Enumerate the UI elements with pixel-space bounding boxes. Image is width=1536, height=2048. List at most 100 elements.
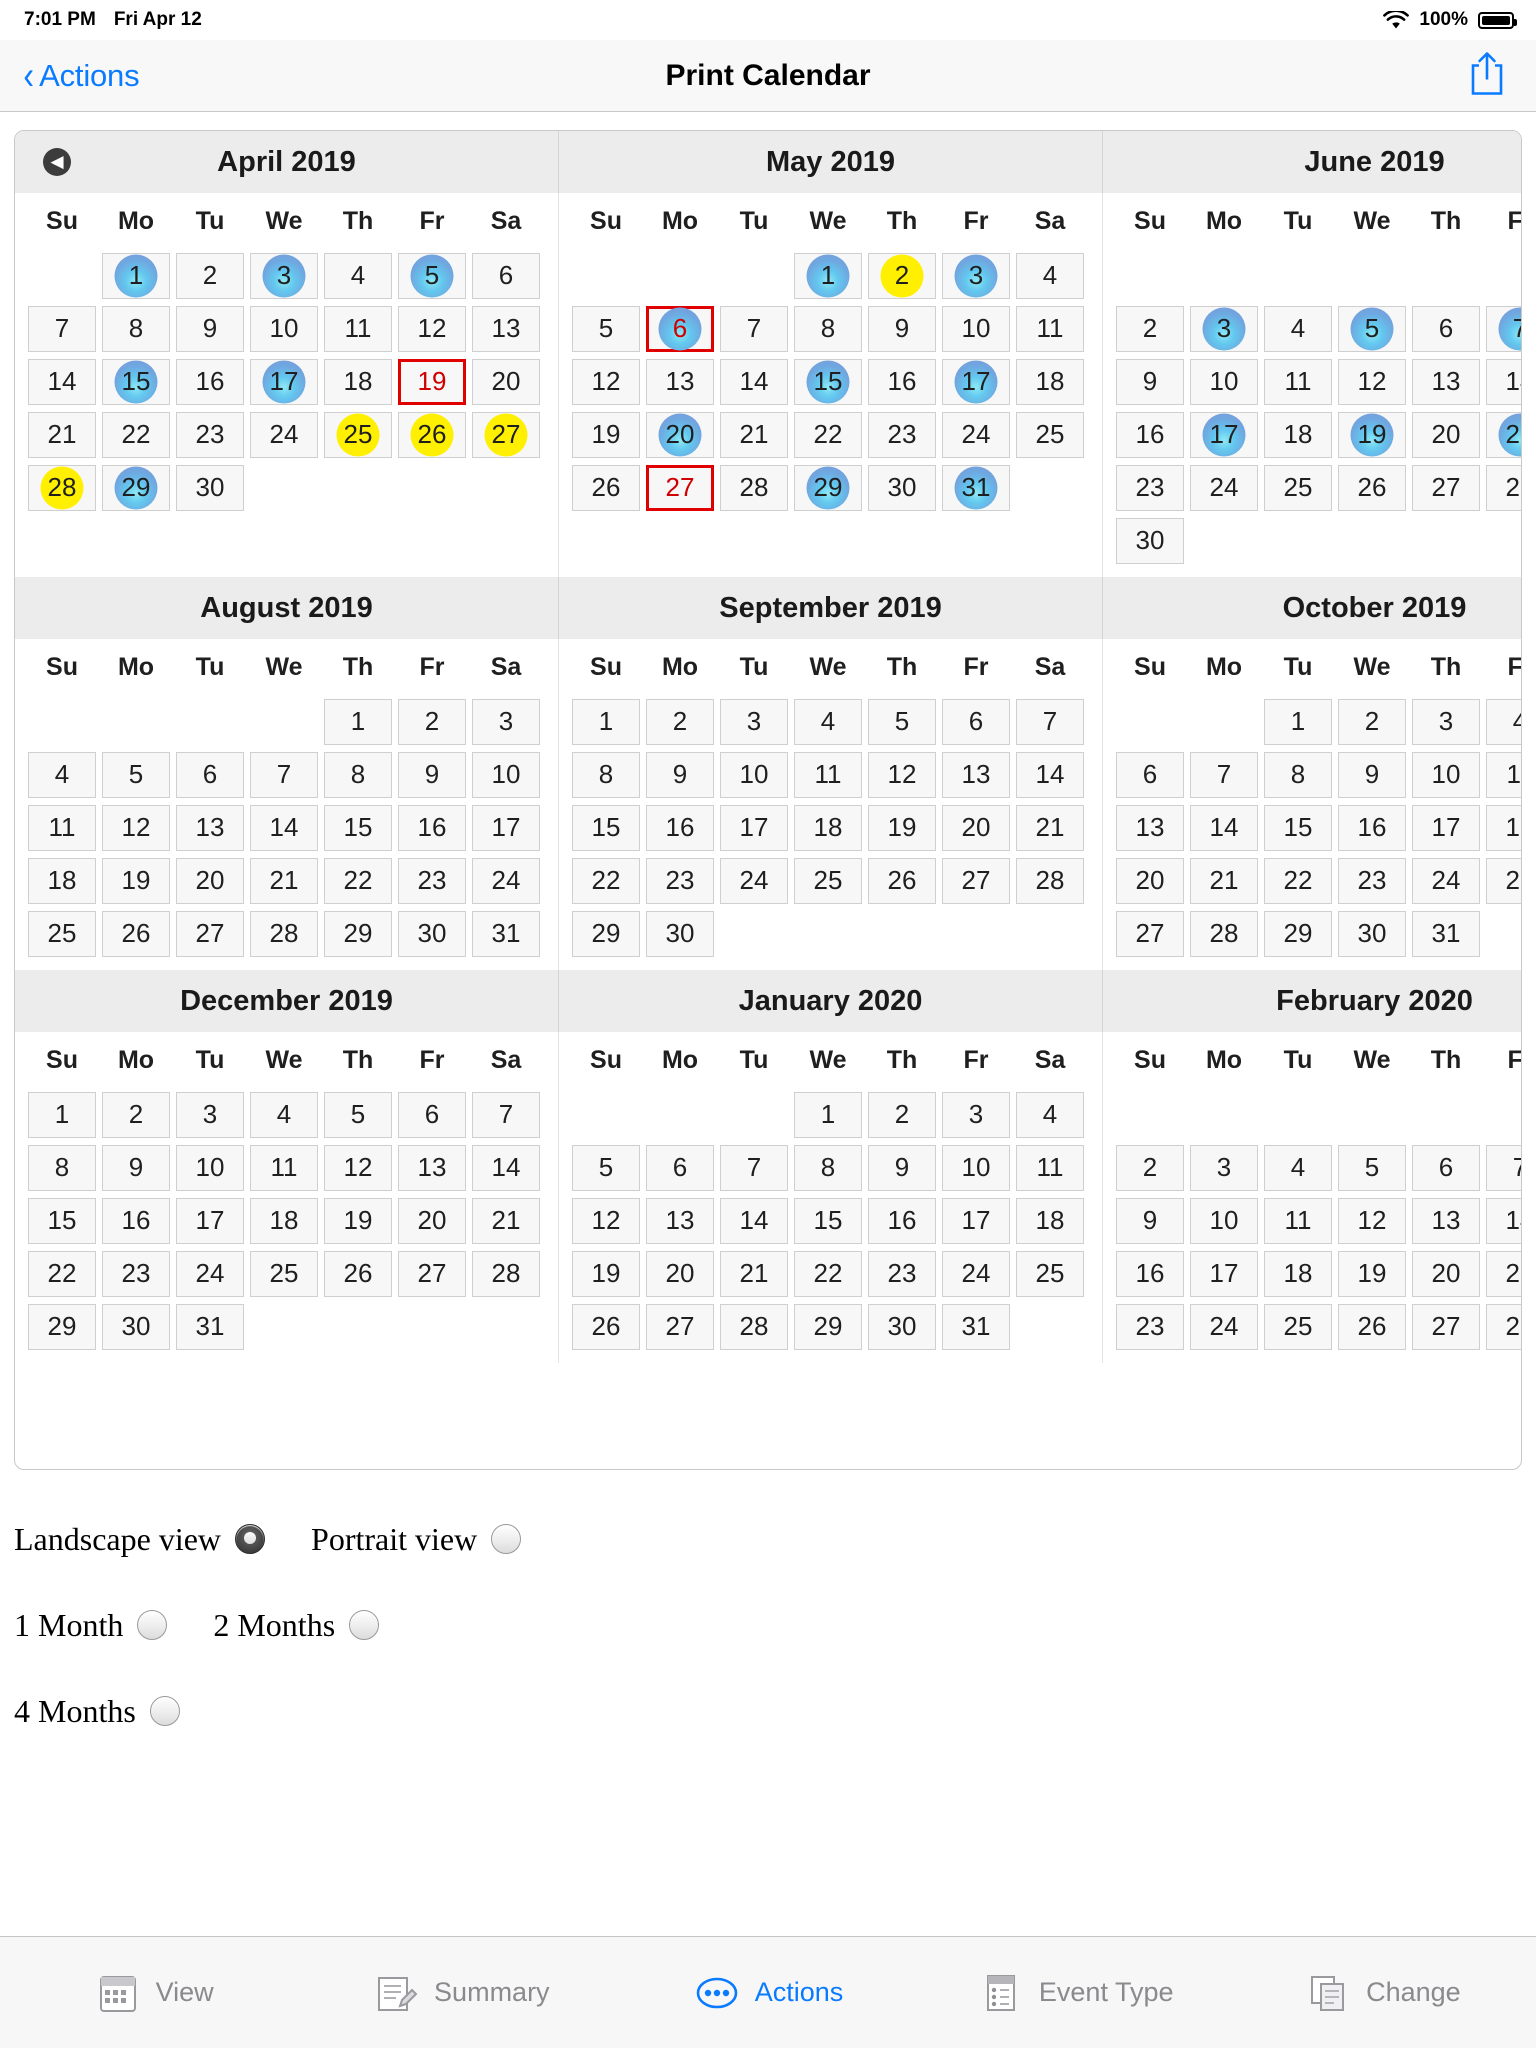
day-cell[interactable]: 19	[865, 804, 939, 851]
day-cell[interactable]: 12	[1335, 358, 1409, 405]
day-cell[interactable]: 3	[939, 252, 1013, 299]
day-cell[interactable]: 21	[469, 1197, 543, 1244]
day-cell[interactable]: 5	[99, 751, 173, 798]
day-cell[interactable]: 17	[1187, 411, 1261, 458]
day-cell[interactable]: 11	[1261, 358, 1335, 405]
day-cell[interactable]: 15	[791, 358, 865, 405]
day-cell[interactable]: 16	[99, 1197, 173, 1244]
day-cell[interactable]: 4	[1261, 305, 1335, 352]
day-cell[interactable]: 26	[569, 464, 643, 511]
day-cell[interactable]: 7	[717, 305, 791, 352]
day-cell[interactable]: 3	[717, 698, 791, 745]
day-cell[interactable]: 10	[1187, 1197, 1261, 1244]
day-cell[interactable]: 3	[1187, 305, 1261, 352]
day-cell[interactable]: 14	[1013, 751, 1087, 798]
day-cell[interactable]: 4	[1013, 252, 1087, 299]
day-cell[interactable]: 7	[1187, 751, 1261, 798]
day-cell[interactable]: 25	[791, 857, 865, 904]
day-cell[interactable]: 2	[1113, 305, 1187, 352]
day-cell[interactable]: 22	[1261, 857, 1335, 904]
day-cell[interactable]: 3	[173, 1091, 247, 1138]
day-cell[interactable]: 27	[939, 857, 1013, 904]
day-cell[interactable]: 5	[321, 1091, 395, 1138]
day-cell[interactable]: 23	[1335, 857, 1409, 904]
day-cell[interactable]: 13	[643, 1197, 717, 1244]
day-cell[interactable]: 28	[469, 1250, 543, 1297]
day-cell[interactable]: 2	[643, 698, 717, 745]
day-cell[interactable]: 4	[1013, 1091, 1087, 1138]
day-cell[interactable]: 9	[99, 1144, 173, 1191]
day-cell[interactable]: 11	[791, 751, 865, 798]
day-cell[interactable]: 12	[99, 804, 173, 851]
day-cell[interactable]: 26	[1335, 464, 1409, 511]
day-cell[interactable]: 19	[569, 1250, 643, 1297]
day-cell[interactable]: 7	[247, 751, 321, 798]
day-cell[interactable]: 7	[1013, 698, 1087, 745]
day-cell[interactable]: 15	[25, 1197, 99, 1244]
day-cell[interactable]: 19	[569, 411, 643, 458]
day-cell[interactable]: 10	[247, 305, 321, 352]
day-cell[interactable]: 4	[247, 1091, 321, 1138]
day-cell[interactable]: 4	[321, 252, 395, 299]
day-cell[interactable]: 17	[173, 1197, 247, 1244]
day-cell[interactable]: 3	[469, 698, 543, 745]
day-cell[interactable]: 5	[569, 305, 643, 352]
day-cell[interactable]: 17	[247, 358, 321, 405]
day-cell[interactable]: 12	[1335, 1197, 1409, 1244]
day-cell[interactable]: 3	[1409, 698, 1483, 745]
day-cell[interactable]: 24	[469, 857, 543, 904]
day-cell[interactable]: 6	[643, 1144, 717, 1191]
day-cell[interactable]: 4	[1261, 1144, 1335, 1191]
day-cell[interactable]: 23	[865, 1250, 939, 1297]
day-cell[interactable]: 17	[939, 358, 1013, 405]
day-cell[interactable]: 25	[25, 910, 99, 957]
day-cell[interactable]: 31	[939, 1303, 1013, 1350]
portrait-view-radio[interactable]	[491, 1524, 522, 1554]
day-cell[interactable]: 10	[469, 751, 543, 798]
day-cell[interactable]: 30	[173, 464, 247, 511]
day-cell[interactable]: 17	[469, 804, 543, 851]
day-cell[interactable]: 24	[1409, 857, 1483, 904]
day-cell[interactable]: 21	[1187, 857, 1261, 904]
day-cell[interactable]: 27	[1409, 464, 1483, 511]
day-cell[interactable]: 3	[1187, 1144, 1261, 1191]
day-cell[interactable]: 20	[1409, 1250, 1483, 1297]
day-cell[interactable]: 19	[395, 358, 469, 405]
day-cell[interactable]: 8	[569, 751, 643, 798]
day-cell[interactable]: 19	[1335, 411, 1409, 458]
day-cell[interactable]: 15	[569, 804, 643, 851]
day-cell[interactable]: 4	[25, 751, 99, 798]
day-cell[interactable]: 25	[1013, 411, 1087, 458]
day-cell[interactable]: 12	[569, 1197, 643, 1244]
day-cell[interactable]: 27	[643, 464, 717, 511]
day-cell[interactable]: 4	[1483, 698, 1521, 745]
two-months-radio[interactable]	[349, 1610, 380, 1640]
day-cell[interactable]: 14	[247, 804, 321, 851]
day-cell[interactable]: 20	[173, 857, 247, 904]
tab-item-summary[interactable]: Summary	[307, 1969, 614, 2017]
day-cell[interactable]: 14	[717, 358, 791, 405]
day-cell[interactable]: 30	[99, 1303, 173, 1350]
day-cell[interactable]: 26	[865, 857, 939, 904]
day-cell[interactable]: 11	[247, 1144, 321, 1191]
day-cell[interactable]: 20	[469, 358, 543, 405]
prev-month-icon[interactable]: ◀	[43, 148, 71, 176]
day-cell[interactable]: 9	[865, 1144, 939, 1191]
day-cell[interactable]: 21	[25, 411, 99, 458]
day-cell[interactable]: 24	[1187, 464, 1261, 511]
day-cell[interactable]: 14	[25, 358, 99, 405]
day-cell[interactable]: 23	[865, 411, 939, 458]
day-cell[interactable]: 18	[1261, 1250, 1335, 1297]
day-cell[interactable]: 18	[321, 358, 395, 405]
day-cell[interactable]: 21	[717, 411, 791, 458]
day-cell[interactable]: 8	[321, 751, 395, 798]
day-cell[interactable]: 20	[1409, 411, 1483, 458]
day-cell[interactable]: 5	[395, 252, 469, 299]
day-cell[interactable]: 18	[791, 804, 865, 851]
day-cell[interactable]: 5	[1335, 1144, 1409, 1191]
day-cell[interactable]: 11	[1013, 1144, 1087, 1191]
day-cell[interactable]: 18	[1483, 804, 1521, 851]
day-cell[interactable]: 28	[1483, 1303, 1521, 1350]
day-cell[interactable]: 13	[173, 804, 247, 851]
day-cell[interactable]: 8	[791, 1144, 865, 1191]
